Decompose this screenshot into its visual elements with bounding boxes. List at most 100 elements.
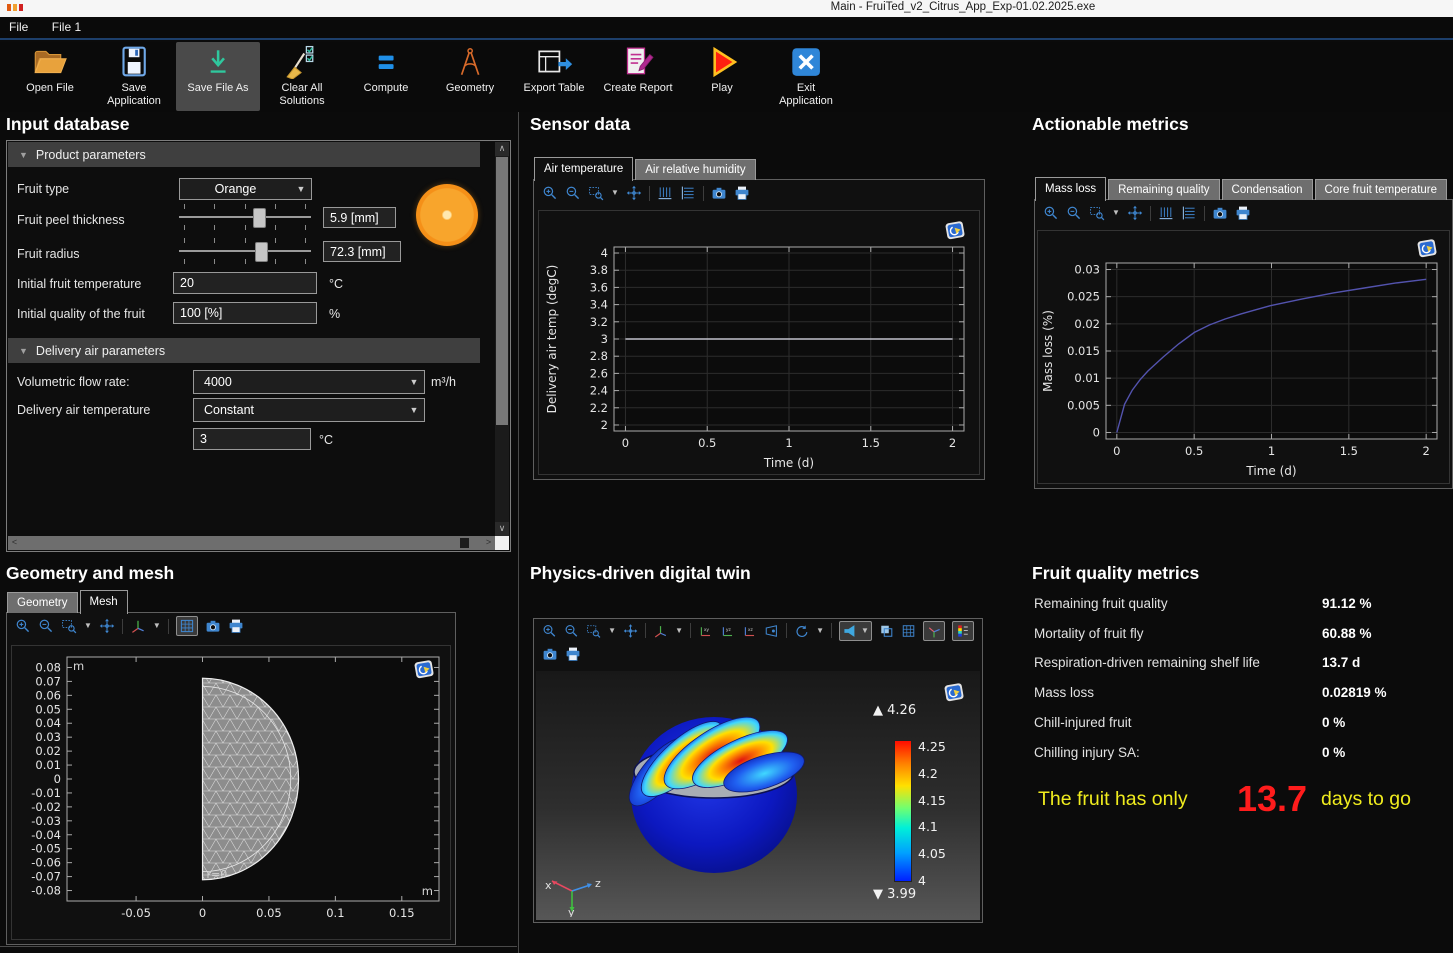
vertical-scroll-thumb[interactable] <box>496 157 508 425</box>
zoom-box-icon[interactable] <box>61 618 77 634</box>
create-report-button[interactable]: Create Report <box>596 42 680 111</box>
rotate-icon[interactable] <box>794 623 809 639</box>
chevron-down-icon[interactable]: ▼ <box>675 627 683 635</box>
show-color-legend-button[interactable] <box>952 621 974 641</box>
exit-application-button[interactable]: Exit Application <box>764 42 848 111</box>
xz-view-icon[interactable] <box>742 623 757 639</box>
chevron-down-icon[interactable]: ▼ <box>816 627 824 635</box>
scroll-right-icon[interactable]: > <box>482 536 495 550</box>
zoom-in-icon[interactable] <box>542 185 558 201</box>
projection-icon[interactable] <box>764 623 779 639</box>
play-button[interactable]: Play <box>680 42 764 111</box>
fruit-peel-thickness-input[interactable] <box>323 207 396 228</box>
fruit-peel-thickness-slider[interactable] <box>179 203 311 231</box>
x-axis-grid-icon[interactable] <box>657 185 673 201</box>
zoom-box-icon[interactable] <box>1089 205 1105 221</box>
svg-text:0.015: 0.015 <box>1067 344 1100 358</box>
menu-file[interactable]: File <box>0 17 38 34</box>
x-axis-grid-icon[interactable] <box>1158 205 1174 221</box>
y-axis-grid-icon[interactable] <box>680 185 696 201</box>
tab-geometry[interactable]: Geometry <box>7 592 78 613</box>
vertical-scrollbar[interactable]: ∧ ∨ <box>495 142 509 536</box>
transparency-icon[interactable] <box>879 623 894 639</box>
chevron-down-icon[interactable]: ▼ <box>1112 209 1120 217</box>
zoom-extents-icon[interactable] <box>623 623 638 639</box>
zoom-box-icon[interactable] <box>586 623 601 639</box>
scroll-left-icon[interactable]: < <box>8 536 21 550</box>
xy-view-icon[interactable] <box>698 623 713 639</box>
zoom-extents-icon[interactable] <box>1127 205 1143 221</box>
print-icon[interactable] <box>734 185 750 201</box>
clear-all-solutions-button[interactable]: Clear All Solutions <box>260 42 344 111</box>
snapshot-camera-icon[interactable] <box>1212 205 1228 221</box>
scroll-up-icon[interactable]: ∧ <box>495 142 509 156</box>
scroll-down-icon[interactable]: ∨ <box>495 522 509 536</box>
save-application-button[interactable]: Save Application <box>92 42 176 111</box>
axis-orientation-icon[interactable] <box>130 618 146 634</box>
digital-twin-view[interactable]: ▲ 4.26 4.25 4.2 4.15 4.1 4.05 4 ▼ 3.99 <box>536 671 980 920</box>
delivery-air-parameters-header[interactable]: ▼ Delivery air parameters <box>8 338 480 363</box>
tab-air-relative-humidity[interactable]: Air relative humidity <box>635 159 755 180</box>
tab-core-fruit-temperature[interactable]: Core fruit temperature <box>1315 179 1448 200</box>
snapshot-camera-icon[interactable] <box>205 618 221 634</box>
yz-view-icon[interactable] <box>720 623 735 639</box>
zoom-out-icon[interactable] <box>565 185 581 201</box>
horizontal-scroll-thumb[interactable] <box>460 538 469 548</box>
grid-icon[interactable] <box>901 623 916 639</box>
grid-toggle-button[interactable] <box>176 616 198 636</box>
print-icon[interactable] <box>565 646 581 662</box>
chevron-down-icon[interactable]: ▼ <box>153 622 161 630</box>
product-parameters-header[interactable]: ▼ Product parameters <box>8 142 480 167</box>
compute-button[interactable]: Compute <box>344 42 428 111</box>
zoom-in-icon[interactable] <box>15 618 31 634</box>
svg-text:0.04: 0.04 <box>35 716 61 730</box>
show-axes-button[interactable] <box>923 621 945 641</box>
tab-mesh[interactable]: Mesh <box>80 590 128 614</box>
chevron-down-icon[interactable]: ▼ <box>84 622 92 630</box>
tab-condensation[interactable]: Condensation <box>1222 179 1313 200</box>
snapshot-camera-icon[interactable] <box>711 185 727 201</box>
tab-air-temperature[interactable]: Air temperature <box>534 157 633 181</box>
svg-text:3.2: 3.2 <box>590 315 608 329</box>
chevron-down-icon[interactable]: ▼ <box>611 189 619 197</box>
chevron-down-icon[interactable]: ▼ <box>861 627 869 635</box>
svg-text:2: 2 <box>949 436 956 450</box>
open-file-button[interactable]: Open File <box>8 42 92 111</box>
tab-mass-loss[interactable]: Mass loss <box>1035 177 1106 201</box>
print-icon[interactable] <box>228 618 244 634</box>
geometry-button[interactable]: Geometry <box>428 42 512 111</box>
delivery-air-temperature-dropdown[interactable]: Constant ▼ <box>193 398 425 422</box>
horizontal-scrollbar[interactable]: < > <box>8 536 495 550</box>
export-table-button[interactable]: Export Table <box>512 42 596 111</box>
y-axis-grid-icon[interactable] <box>1181 205 1197 221</box>
scene-light-button[interactable]: ▼ <box>839 621 872 641</box>
colorbar-min: ▼ 3.99 <box>873 887 916 902</box>
zoom-box-icon[interactable] <box>588 185 604 201</box>
zoom-extents-icon[interactable] <box>99 618 115 634</box>
fruit-type-dropdown[interactable]: Orange ▼ <box>179 178 312 200</box>
volumetric-flow-rate-dropdown[interactable]: 4000 ▼ <box>193 370 425 394</box>
zoom-out-icon[interactable] <box>564 623 579 639</box>
colorbar-tick: 4.15 <box>918 793 946 808</box>
actionable-panel: ▼ 00.511.5200.0050.010.0150.020.0250.03T… <box>1034 199 1453 489</box>
snapshot-camera-icon[interactable] <box>542 646 558 662</box>
color-legend-icon <box>955 623 971 639</box>
initial-fruit-temperature-input[interactable] <box>173 272 317 294</box>
zoom-in-icon[interactable] <box>1043 205 1059 221</box>
zoom-out-icon[interactable] <box>38 618 54 634</box>
delivery-air-temperature-input[interactable] <box>193 428 311 450</box>
axis-orientation-icon[interactable] <box>653 623 668 639</box>
x-axis-label: x <box>545 879 552 892</box>
save-file-as-button[interactable]: Save File As <box>176 42 260 111</box>
fruit-radius-input[interactable] <box>323 241 401 262</box>
initial-quality-input[interactable] <box>173 302 317 324</box>
menu-file-1[interactable]: File 1 <box>43 17 91 34</box>
print-icon[interactable] <box>1235 205 1251 221</box>
zoom-out-icon[interactable] <box>1066 205 1082 221</box>
chevron-down-icon[interactable]: ▼ <box>608 627 616 635</box>
zoom-extents-icon[interactable] <box>626 185 642 201</box>
tab-remaining-quality[interactable]: Remaining quality <box>1108 179 1219 200</box>
zoom-in-icon[interactable] <box>542 623 557 639</box>
mesh-plot-toolbar: ▼ ▼ <box>7 613 455 639</box>
fruit-radius-slider[interactable] <box>179 237 311 265</box>
